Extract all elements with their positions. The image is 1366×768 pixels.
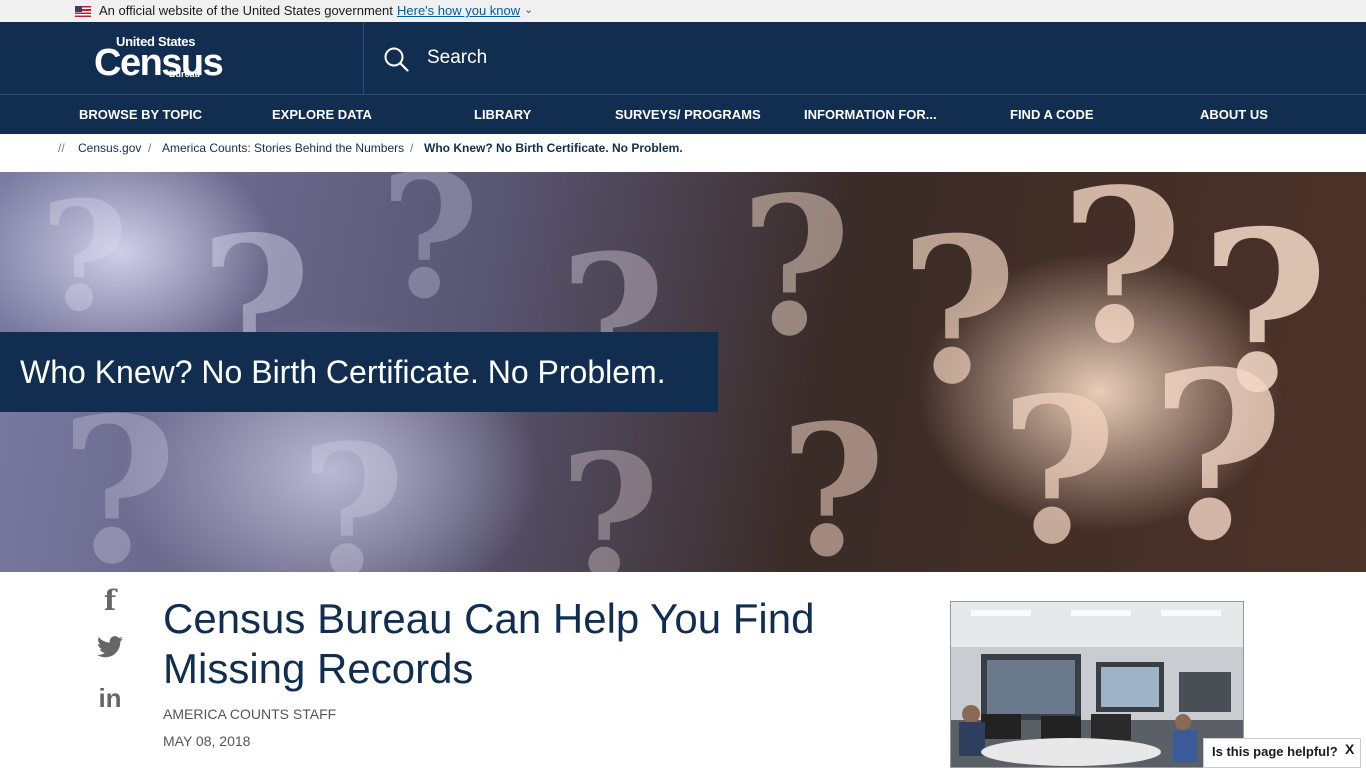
site-header: United States Census Bureau Search xyxy=(0,22,1366,94)
logo-line-2: Census xyxy=(94,42,224,84)
breadcrumb-current-page: Who Knew? No Birth Certificate. No Probl… xyxy=(424,141,683,155)
census-logo[interactable]: United States Census Bureau xyxy=(94,34,224,82)
nav-item-library[interactable]: LIBRARY xyxy=(474,107,531,122)
breadcrumb: // Census.gov / America Counts: Stories … xyxy=(0,134,1366,172)
heres-how-you-know-link[interactable]: Here's how you know xyxy=(397,3,520,18)
nav-item-about-us[interactable]: ABOUT US xyxy=(1200,107,1268,122)
nav-item-browse-by-topic[interactable]: BROWSE BY TOPIC xyxy=(79,107,202,122)
article-date: MAY 08, 2018 xyxy=(163,733,251,749)
page-helpful-widget[interactable]: Is this page helpful? X xyxy=(1203,738,1361,768)
search-icon[interactable] xyxy=(383,46,409,72)
article-photo xyxy=(950,601,1244,768)
main-nav: BROWSE BY TOPIC EXPLORE DATA LIBRARY SUR… xyxy=(0,94,1366,134)
close-icon[interactable]: X xyxy=(1345,741,1354,757)
twitter-icon[interactable] xyxy=(97,636,123,658)
linkedin-icon[interactable]: in xyxy=(97,683,123,714)
article-byline[interactable]: AMERICA COUNTS STAFF xyxy=(163,706,336,722)
header-divider xyxy=(363,22,364,94)
facebook-icon[interactable]: f xyxy=(97,584,123,617)
gov-banner-text: An official website of the United States… xyxy=(99,3,393,18)
nav-item-explore-data[interactable]: EXPLORE DATA xyxy=(272,107,372,122)
nav-item-surveys-programs[interactable]: SURVEYS/ PROGRAMS xyxy=(615,107,761,122)
article-title: Census Bureau Can Help You Find Missing … xyxy=(163,595,815,692)
breadcrumb-home-separator: // xyxy=(58,141,65,155)
logo-line-3: Bureau xyxy=(169,69,201,79)
page-helpful-question: Is this page helpful? xyxy=(1212,744,1338,759)
breadcrumb-link-america-counts[interactable]: America Counts: Stories Behind the Numbe… xyxy=(162,141,404,155)
us-flag-icon xyxy=(75,6,91,17)
search-button[interactable]: Search xyxy=(427,47,487,69)
hero-banner: ? ? ? ? ? ? ? ? ? ? ? ? ? ? Who Knew? No… xyxy=(0,172,1366,572)
breadcrumb-link-census-gov[interactable]: Census.gov xyxy=(78,141,141,155)
nav-item-find-a-code[interactable]: FIND A CODE xyxy=(1010,107,1094,122)
breadcrumb-separator: / xyxy=(148,141,152,155)
breadcrumb-separator: / xyxy=(410,141,414,155)
hero-title: Who Knew? No Birth Certificate. No Probl… xyxy=(0,332,718,412)
gov-banner: An official website of the United States… xyxy=(0,0,1366,22)
nav-item-information-for[interactable]: INFORMATION FOR... xyxy=(804,107,937,122)
chevron-down-icon[interactable]: ⌄ xyxy=(524,3,533,16)
